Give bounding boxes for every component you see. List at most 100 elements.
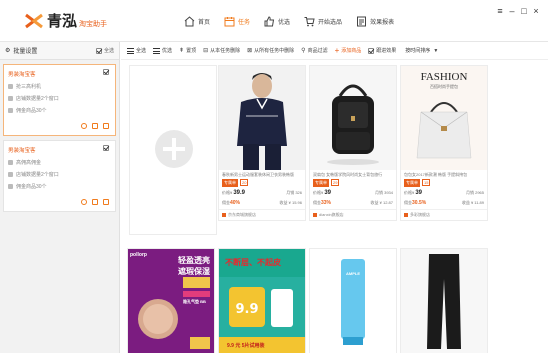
product-grid: 春秋新男士运动服套装休闲卫衣男装韩版 专属单 20 价格¥ 39.9 月销 32… (121, 60, 548, 353)
toolbar-pin-top-label: 置顶 (186, 48, 197, 54)
commission-label: 佣金 (313, 200, 321, 205)
shop-icon (8, 96, 13, 101)
task-checkbox[interactable] (103, 69, 109, 75)
product-tags: 专属单 29 (310, 178, 396, 187)
price-row: 价格¥ 39 月销 2965 (401, 187, 487, 197)
nav-tasks[interactable]: 任务 (222, 13, 252, 29)
list-icon (153, 47, 161, 54)
product-card[interactable]: FASHION 百搭时尚手提包 包包女2017新款潮 韩版 手提斜挎包 专属单 … (400, 65, 488, 221)
settings-icon[interactable]: ⚙ (5, 47, 10, 54)
commission-row: 佣金40% 收益 ¥ 15.96 (219, 197, 305, 207)
task-shop-count-text: 店铺数据量2个窗口 (16, 96, 59, 102)
toolbar-select-all[interactable]: 全选 (127, 47, 146, 54)
product-card[interactable] (400, 248, 488, 353)
select-all-checkbox[interactable] (95, 47, 102, 54)
task-shop-count: 店铺数据量2个窗口 (8, 95, 111, 102)
toolbar-remove-task[interactable]: ⊟ 从本任务删除 (203, 47, 240, 54)
strategy-icon (8, 160, 13, 165)
edit-icon[interactable] (103, 123, 109, 129)
shop-icon (313, 213, 317, 217)
price-row: 价格¥ 39.9 月销 326 (219, 187, 305, 197)
headline: 轻盈透亮 (178, 256, 210, 265)
logo-mark-icon (24, 11, 44, 31)
calendar-icon (224, 16, 235, 26)
svg-text:百搭时尚手提包: 百搭时尚手提包 (430, 83, 458, 89)
shop-name: 多彩旗舰店 (410, 212, 430, 217)
nav-home[interactable]: 首页 (182, 13, 212, 29)
nav-report[interactable]: 效果报表 (354, 13, 396, 29)
nav-report-label: 效果报表 (370, 19, 395, 26)
product-image (310, 66, 396, 170)
shop-row: 多彩旗舰店 (401, 209, 487, 220)
task-product-count: 佣金商品30个 (8, 107, 111, 114)
product-tags: 专属单 20 (219, 178, 305, 187)
product-image: FASHION 百搭时尚手提包 (401, 66, 487, 170)
product-card[interactable]: 春秋新男士运动服套装休闲卫衣男装韩版 专属单 20 价格¥ 39.9 月销 32… (218, 65, 306, 221)
nav-featured[interactable]: 优选 (262, 13, 292, 29)
menu-icon[interactable]: ≡ (494, 6, 506, 16)
brand-label: AMPLE (346, 271, 360, 276)
product-tags: 专属单 15 (401, 178, 487, 187)
shop-icon (404, 213, 408, 217)
product-card[interactable]: 双肩包 女韩版学院风时尚女士背包旅行 专属单 29 价格¥ 39 月销 3934… (309, 65, 397, 221)
edit-icon[interactable] (103, 199, 109, 205)
coupon-tag: 20 (240, 179, 249, 186)
close-button[interactable]: × (530, 6, 542, 16)
svg-text:FASHION: FASHION (421, 71, 468, 83)
exclusive-tag: 专属单 (404, 178, 420, 187)
product-icon (8, 108, 13, 113)
product-image (219, 66, 305, 170)
task-card[interactable]: 男装淘宝客 高佣高佣金 店铺数据量2个窗口 佣金商品30个 (3, 140, 116, 212)
price-value: 39.9 (233, 190, 246, 196)
nav-featured-label: 优选 (278, 19, 291, 26)
monthly-sales: 月销 326 (286, 190, 302, 195)
nav-home-label: 首页 (198, 19, 211, 26)
toolbar-remove-task-label: 从本任务删除 (210, 48, 241, 54)
monthly-sales: 月销 2965 (465, 190, 484, 195)
add-product-card[interactable] (129, 65, 217, 235)
commission-pct: 30.5% (412, 200, 427, 206)
clock-icon[interactable] (81, 199, 87, 205)
toolbar-add-product[interactable]: + 添加商品 (335, 46, 362, 55)
toolbar-featured[interactable]: 优选 (153, 47, 172, 54)
product-image (401, 249, 487, 353)
task-checkbox[interactable] (103, 145, 109, 151)
toolbar-pin-top[interactable]: ⇞ 置顶 (179, 47, 196, 54)
product-card[interactable]: 9.9 不断层、不起皮 9.9 元 5片试用装 (218, 248, 306, 353)
nav-select[interactable]: 开始选品 (302, 13, 344, 29)
task-actions (76, 199, 109, 205)
task-strategy-text: 高佣高佣金 (16, 160, 42, 166)
toolbar-track[interactable]: 跟进效果 (368, 47, 396, 54)
minimize-button[interactable]: – (506, 6, 518, 16)
commission-pct: 40% (230, 200, 241, 206)
logo-sub: 淘宝助手 (79, 20, 108, 28)
task-sidebar: ⚙ 批量设置 全选 男装淘宝客 抢三高利机 店铺数据量2个窗口 佣金商品30个 … (0, 42, 120, 353)
thumbs-up-icon (264, 15, 275, 26)
batch-settings-title: 批量设置 (13, 49, 38, 55)
toolbar-filter[interactable]: ⚲ 商品过滤 (301, 47, 327, 54)
task-product-count-text: 佣金商品30个 (16, 108, 47, 114)
product-card[interactable]: pollorp 轻盈透亮 遮瑕保湿 隐孔气垫 BB (127, 248, 215, 353)
product-card[interactable]: AMPLE (309, 248, 397, 353)
product-title: 包包女2017新款潮 韩版 手提斜挎包 (404, 172, 468, 177)
task-strategy-text: 抢三高利机 (16, 84, 42, 90)
task-card[interactable]: 男装淘宝客 抢三高利机 店铺数据量2个窗口 佣金商品30个 (3, 64, 116, 136)
price-row: 价格¥ 39 月销 3934 (310, 187, 396, 197)
delete-icon[interactable] (92, 123, 98, 129)
product-image: 9.9 不断层、不起皮 9.9 元 5片试用装 (219, 249, 305, 353)
exclusive-tag: 专属单 (222, 178, 238, 187)
toolbar-remove-all[interactable]: ⊠ 从所有任务中删除 (247, 47, 294, 54)
maximize-button[interactable]: □ (518, 6, 530, 16)
product-image: pollorp 轻盈透亮 遮瑕保湿 隐孔气垫 BB (128, 249, 214, 353)
product-image: AMPLE (310, 249, 396, 353)
delete-icon[interactable] (92, 199, 98, 205)
strategy-icon (8, 84, 13, 89)
pin-top-icon: ⇞ (179, 48, 185, 54)
headline-2: 遮瑕保湿 (178, 267, 210, 276)
sort-dropdown[interactable]: 按时间排序 ▼ (403, 47, 438, 55)
logo-name: 青泓 (47, 13, 78, 30)
coupon-tag: 15 (422, 179, 431, 186)
clock-icon[interactable] (81, 123, 87, 129)
batch-settings-header: ⚙ 批量设置 全选 (0, 42, 119, 60)
brand-label: pollorp (130, 252, 147, 258)
